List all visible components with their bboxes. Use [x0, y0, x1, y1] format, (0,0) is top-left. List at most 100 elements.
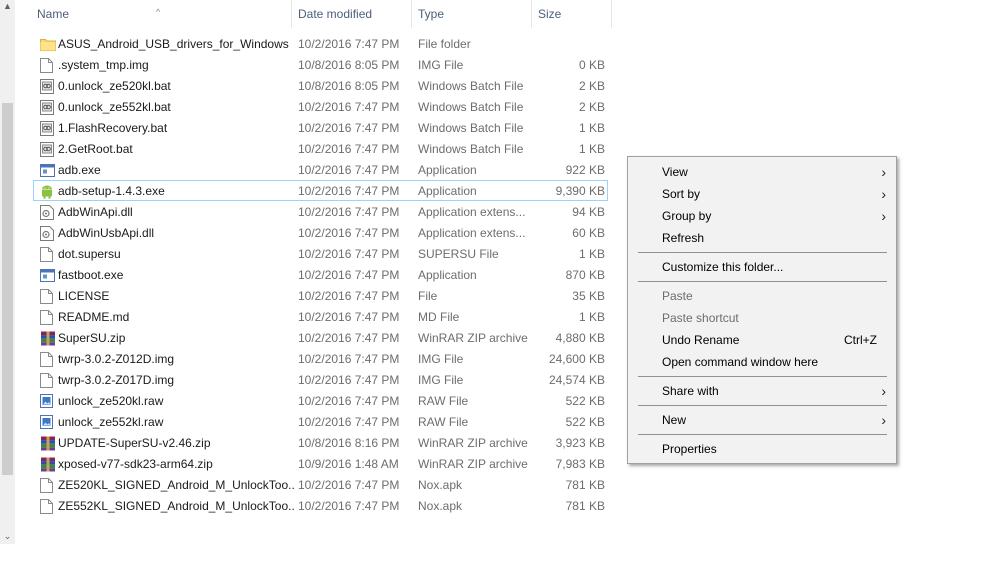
file-name: AdbWinApi.dll — [58, 205, 133, 219]
column-header-size[interactable]: Size — [532, 0, 612, 28]
file-row[interactable]: UPDATE-SuperSU-v2.46.zip 10/8/2016 8:16 P… — [33, 432, 608, 453]
file-size: 2 KB — [578, 100, 605, 114]
file-row[interactable]: AdbWinUsbApi.dll 10/2/2016 7:47 PM Applica… — [33, 222, 608, 243]
file-date-modified: 10/2/2016 7:47 PM — [298, 247, 400, 261]
file-row[interactable]: AdbWinApi.dll 10/2/2016 7:47 PM Applicatio… — [33, 201, 608, 222]
scrollbar-thumb[interactable] — [2, 103, 13, 475]
file-row[interactable]: SuperSU.zip 10/2/2016 7:47 PM WinRAR ZIP a… — [33, 327, 608, 348]
sort-ascending-icon: ^ — [156, 7, 161, 17]
file-type: Application extens... — [418, 205, 526, 219]
file-row[interactable]: 1.FlashRecovery.bat 10/2/2016 7:47 PM Wind… — [33, 117, 608, 138]
menu-item-paste: Paste — [628, 285, 896, 307]
menu-item-sort-by-label: Sort by — [662, 187, 701, 201]
file-name: AdbWinUsbApi.dll — [58, 226, 155, 240]
file-type: Nox.apk — [418, 478, 463, 492]
winrar-icon — [40, 331, 55, 346]
dll-icon — [40, 205, 54, 220]
file-type: File folder — [418, 37, 471, 51]
file-date-modified: 10/2/2016 7:47 PM — [298, 184, 400, 198]
file-row[interactable]: unlock_ze520kl.raw 10/2/2016 7:47 PM RAW F… — [33, 390, 608, 411]
file-row[interactable]: README.md 10/2/2016 7:47 PM MD File 1 KB — [33, 306, 608, 327]
column-header-name-label: Name — [37, 7, 70, 21]
menu-item-new[interactable]: New › — [628, 409, 896, 431]
menu-item-refresh[interactable]: Refresh — [628, 227, 896, 249]
menu-item-group-by[interactable]: Group by › — [628, 205, 896, 227]
file-icon — [40, 499, 54, 514]
scroll-down-arrow-icon[interactable]: ⌄ — [0, 530, 15, 542]
menu-item-undo-rename-label: Undo Rename — [662, 333, 740, 347]
file-size: 522 KB — [565, 394, 605, 408]
file-type: IMG File — [418, 58, 464, 72]
file-name: 0.unlock_ze520kl.bat — [58, 79, 171, 93]
file-size: 922 KB — [565, 163, 605, 177]
file-date-modified: 10/2/2016 7:47 PM — [298, 415, 400, 429]
file-row[interactable]: twrp-3.0.2-Z012D.img 10/2/2016 7:47 PM IMG… — [33, 348, 608, 369]
file-size: 3,923 KB — [555, 436, 605, 450]
menu-item-open-command-window[interactable]: Open command window here — [628, 351, 896, 373]
file-type: Nox.apk — [418, 499, 463, 513]
menu-item-paste-shortcut-label: Paste shortcut — [662, 311, 739, 325]
file-name: ASUS_Android_USB_drivers_for_Windows — [58, 37, 289, 51]
menu-item-properties[interactable]: Properties — [628, 438, 896, 460]
column-header-name[interactable]: Name ^ — [30, 0, 292, 28]
file-size: 0 KB — [578, 58, 605, 72]
file-row[interactable]: adb.exe 10/2/2016 7:47 PM Application 922 K… — [33, 159, 608, 180]
menu-item-paste-label: Paste — [662, 289, 693, 303]
file-icon — [40, 289, 54, 304]
menu-item-customize-folder[interactable]: Customize this folder... — [628, 256, 896, 278]
file-row[interactable]: adb-setup-1.4.3.exe 10/2/2016 7:47 PM Appl… — [33, 180, 608, 201]
file-row[interactable]: 2.GetRoot.bat 10/2/2016 7:47 PM Windows Ba… — [33, 138, 608, 159]
file-row[interactable]: twrp-3.0.2-Z017D.img 10/2/2016 7:47 PM IMG… — [33, 369, 608, 390]
file-date-modified: 10/2/2016 7:47 PM — [298, 310, 400, 324]
column-header-date[interactable]: Date modified — [292, 0, 412, 28]
file-size: 60 KB — [572, 226, 605, 240]
menu-item-undo-rename[interactable]: Undo Rename Ctrl+Z — [628, 329, 896, 351]
file-row[interactable]: dot.supersu 10/2/2016 7:47 PM SUPERSU File… — [33, 243, 608, 264]
file-name: LICENSE — [58, 289, 110, 303]
file-row[interactable]: ZE552KL_SIGNED_Android_M_UnlockToo... 10/… — [33, 495, 608, 516]
column-header-date-label: Date modified — [298, 7, 373, 21]
folder-icon — [40, 37, 56, 52]
file-row[interactable]: 0.unlock_ze552kl.bat 10/2/2016 7:47 PM Win… — [33, 96, 608, 117]
batch-file-icon — [40, 121, 54, 136]
batch-file-icon — [40, 79, 54, 94]
file-row[interactable]: ASUS_Android_USB_drivers_for_Windows 10/2… — [33, 33, 608, 54]
file-date-modified: 10/2/2016 7:47 PM — [298, 373, 400, 387]
column-header-type[interactable]: Type — [412, 0, 532, 28]
file-name: 1.FlashRecovery.bat — [58, 121, 168, 135]
file-date-modified: 10/2/2016 7:47 PM — [298, 394, 400, 408]
menu-item-view[interactable]: View › — [628, 161, 896, 183]
file-name: ZE552KL_SIGNED_Android_M_UnlockToo... — [58, 499, 294, 513]
column-header-type-label: Type — [418, 7, 445, 21]
file-name: README.md — [58, 310, 130, 324]
file-type: IMG File — [418, 373, 464, 387]
file-row[interactable]: unlock_ze552kl.raw 10/2/2016 7:47 PM RAW F… — [33, 411, 608, 432]
file-icon — [40, 352, 54, 367]
file-name: fastboot.exe — [58, 268, 124, 282]
file-row[interactable]: 0.unlock_ze520kl.bat 10/8/2016 8:05 PM Win… — [33, 75, 608, 96]
vertical-scrollbar[interactable]: ▲ ⌄ — [0, 0, 15, 544]
file-size: 1 KB — [578, 247, 605, 261]
application-icon — [40, 268, 55, 283]
file-date-modified: 10/2/2016 7:47 PM — [298, 268, 400, 282]
file-row[interactable]: LICENSE 10/2/2016 7:47 PM File 35 KB — [33, 285, 608, 306]
menu-separator — [638, 405, 887, 406]
column-header-size-label: Size — [538, 7, 562, 21]
file-date-modified: 10/2/2016 7:47 PM — [298, 205, 400, 219]
scroll-up-arrow-icon[interactable]: ▲ — [0, 0, 15, 12]
file-size: 781 KB — [565, 478, 605, 492]
submenu-arrow-icon: › — [881, 383, 886, 399]
file-row[interactable]: ZE520KL_SIGNED_Android_M_UnlockToo... 10/… — [33, 474, 608, 495]
file-type: Windows Batch File — [418, 79, 524, 93]
file-row[interactable]: fastboot.exe 10/2/2016 7:47 PM Application… — [33, 264, 608, 285]
file-row[interactable]: .system_tmp.img 10/8/2016 8:05 PM IMG File… — [33, 54, 608, 75]
submenu-arrow-icon: › — [881, 412, 886, 428]
file-list: ASUS_Android_USB_drivers_for_Windows 10/2… — [33, 33, 608, 516]
batch-file-icon — [40, 142, 54, 157]
file-type: RAW File — [418, 394, 469, 408]
column-header-bar: Name ^ Date modified Type Size — [30, 0, 612, 28]
menu-item-share-with[interactable]: Share with › — [628, 380, 896, 402]
file-size: 24,574 KB — [548, 373, 605, 387]
menu-item-sort-by[interactable]: Sort by › — [628, 183, 896, 205]
file-row[interactable]: xposed-v77-sdk23-arm64.zip 10/9/2016 1:48… — [33, 453, 608, 474]
